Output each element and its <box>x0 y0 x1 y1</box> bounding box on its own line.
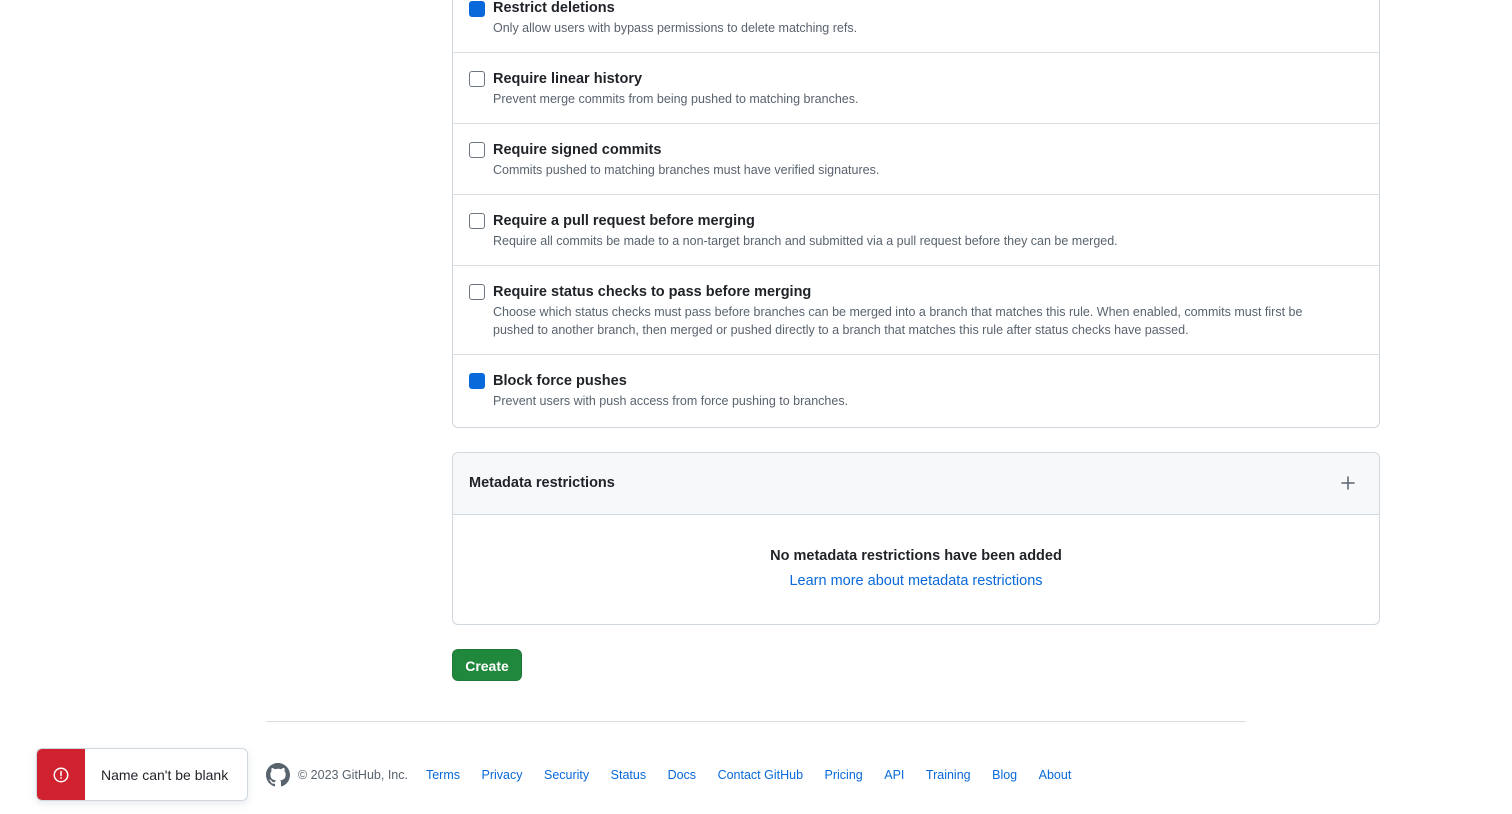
rule-require-signed-commits[interactable]: Require signed commits Commits pushed to… <box>453 124 1379 195</box>
footer-link-training[interactable]: Training <box>926 768 971 782</box>
footer-link-terms[interactable]: Terms <box>426 768 460 782</box>
alert-circle-icon <box>53 767 69 783</box>
rule-description: Choose which status checks must pass bef… <box>493 305 1303 337</box>
metadata-restrictions-header: Metadata restrictions <box>453 453 1379 515</box>
restrict-deletions-checkbox[interactable] <box>469 1 485 17</box>
rule-description: Commits pushed to matching branches must… <box>493 163 880 177</box>
footer-link-docs[interactable]: Docs <box>668 768 696 782</box>
footer-link-security[interactable]: Security <box>544 768 589 782</box>
toast-icon-area <box>37 749 85 800</box>
footer-link-contact-github[interactable]: Contact GitHub <box>718 768 803 782</box>
rules-list: Restrict deletions Only allow users with… <box>452 0 1380 428</box>
rule-title: Block force pushes <box>493 373 627 389</box>
plus-icon[interactable] <box>1341 476 1355 490</box>
footer: © 2023 GitHub, Inc. Terms Privacy Securi… <box>266 762 1093 788</box>
rule-restrict-deletions[interactable]: Restrict deletions Only allow users with… <box>453 0 1379 53</box>
require-signed-commits-checkbox[interactable] <box>469 142 485 158</box>
footer-link-about[interactable]: About <box>1039 768 1072 782</box>
footer-link-status[interactable]: Status <box>611 768 646 782</box>
rule-require-linear-history[interactable]: Require linear history Prevent merge com… <box>453 53 1379 124</box>
rule-require-pull-request[interactable]: Require a pull request before merging Re… <box>453 195 1379 266</box>
footer-divider <box>266 721 1246 722</box>
footer-link-blog[interactable]: Blog <box>992 768 1017 782</box>
rule-description: Prevent merge commits from being pushed … <box>493 92 859 106</box>
rule-title: Restrict deletions <box>493 0 615 16</box>
footer-copyright: © 2023 GitHub, Inc. <box>298 768 408 782</box>
rule-title: Require signed commits <box>493 142 662 158</box>
rule-description: Prevent users with push access from forc… <box>493 394 849 408</box>
rule-description: Only allow users with bypass permissions… <box>493 21 858 35</box>
metadata-restrictions-title: Metadata restrictions <box>469 475 615 491</box>
require-status-checks-checkbox[interactable] <box>469 284 485 300</box>
github-mark-icon[interactable] <box>266 763 290 787</box>
rule-title: Require linear history <box>493 71 643 87</box>
footer-link-pricing[interactable]: Pricing <box>825 768 863 782</box>
footer-link-api[interactable]: API <box>884 768 904 782</box>
learn-more-metadata-link[interactable]: Learn more about metadata restrictions <box>453 573 1379 589</box>
metadata-restrictions-panel: Metadata restrictions No metadata restri… <box>452 452 1380 625</box>
footer-link-privacy[interactable]: Privacy <box>482 768 523 782</box>
rule-title: Require status checks to pass before mer… <box>493 284 812 300</box>
rule-require-status-checks[interactable]: Require status checks to pass before mer… <box>453 266 1379 355</box>
rule-title: Require a pull request before merging <box>493 213 755 229</box>
require-linear-history-checkbox[interactable] <box>469 71 485 87</box>
error-toast: Name can't be blank <box>36 748 248 801</box>
toast-message: Name can't be blank <box>101 767 229 783</box>
block-force-pushes-checkbox[interactable] <box>469 373 485 389</box>
require-pull-request-checkbox[interactable] <box>469 213 485 229</box>
metadata-empty-state: No metadata restrictions have been added <box>770 548 1062 564</box>
rule-block-force-pushes[interactable]: Block force pushes Prevent users with pu… <box>453 355 1379 427</box>
rule-description: Require all commits be made to a non-tar… <box>493 234 1118 248</box>
create-button[interactable]: Create <box>452 649 522 681</box>
